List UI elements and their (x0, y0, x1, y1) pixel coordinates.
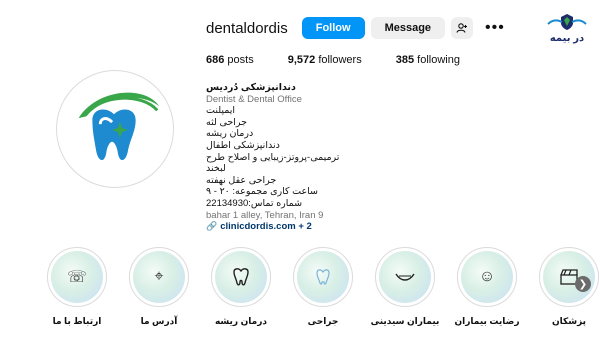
message-button[interactable]: Message (370, 17, 446, 39)
brand-badge: در بیمه (540, 12, 594, 48)
highlight-item[interactable]: ☏ ارتباط با ما (36, 247, 118, 327)
link-icon: 🔗 (206, 221, 218, 232)
bio-line: ساعت کاری مجموعه: ۲۰ - ۹ (206, 186, 319, 198)
bio-line: ایمپلنت (206, 105, 235, 117)
following-stat[interactable]: 385 following (396, 54, 460, 66)
posts-count: 686 (206, 54, 225, 66)
highlight-label: پزشکان (551, 316, 587, 326)
profile-header: dentaldordis Follow Message ••• (206, 16, 505, 40)
bio-line: جراحی لثه (206, 116, 248, 128)
tooth-outline-icon (297, 251, 349, 303)
highlight-item[interactable]: جراحی (282, 247, 364, 327)
highlight-item[interactable]: ⌖ آدرس ما (118, 247, 200, 327)
brand-text: در بیمه (549, 33, 585, 44)
following-label: following (417, 54, 460, 66)
bio-line: جراحی عقل نهفته (206, 174, 277, 186)
phone-icon: ☏ (51, 251, 103, 303)
face-icon: ☺ (461, 251, 513, 303)
tooth-icon (215, 251, 267, 303)
profile-category: Dentist & Dental Office (206, 93, 302, 105)
chevron-right-icon[interactable]: ❯ (575, 276, 591, 292)
highlight-item[interactable]: ☺ رضایت بیماران (446, 247, 528, 327)
profile-link-text[interactable]: clinicdordis.com + 2 (220, 221, 312, 233)
clinic-logo-icon (78, 92, 160, 161)
followers-stat[interactable]: 9,572 followers (288, 54, 362, 66)
highlight-label: بیماران سیدینی (370, 316, 440, 326)
posts-label: posts (227, 54, 254, 66)
more-options-icon[interactable]: ••• (485, 20, 505, 36)
bio-line: دندانپزشکی اطفال (206, 139, 280, 151)
profile-avatar[interactable] (56, 70, 174, 188)
bio-line: شماره تماس:22134930 (206, 197, 303, 209)
highlight-label: آدرس ما (140, 316, 178, 326)
highlight-label: رضایت بیماران (454, 316, 520, 326)
story-highlights: ☏ ارتباط با ما ⌖ آدرس ما درمان ریشه جراح… (36, 247, 600, 327)
highlight-label: درمان ریشه (214, 316, 268, 326)
posts-stat: 686 posts (206, 54, 254, 66)
profile-bio: دندانپزشکی دُردیس Dentist & Dental Offic… (206, 82, 356, 233)
insurance-logo-icon (547, 14, 587, 30)
highlight-item[interactable]: درمان ریشه (200, 247, 282, 327)
person-add-icon[interactable] (451, 17, 474, 39)
highlight-label: جراحی (307, 316, 339, 326)
bio-line: ترمیمی-پروتز-زیبایی و اصلاح طرح لبخند (206, 151, 340, 175)
highlight-label: ارتباط با ما (52, 316, 102, 326)
followers-count: 9,572 (287, 54, 316, 66)
profile-name: دندانپزشکی دُردیس (206, 82, 296, 93)
followers-label: followers (318, 54, 362, 66)
username: dentaldordis (206, 19, 288, 37)
profile-link[interactable]: 🔗 clinicdordis.com + 2 (206, 221, 356, 233)
profile-stats: 686 posts 9,572 followers 385 following (206, 54, 494, 66)
bio-line: درمان ریشه (206, 128, 254, 140)
highlight-item[interactable]: بیماران سیدینی (364, 247, 446, 327)
following-count: 385 (395, 54, 415, 66)
smile-icon (379, 251, 431, 303)
follow-button[interactable]: Follow (301, 17, 365, 39)
map-pin-icon: ⌖ (133, 251, 185, 303)
profile-location[interactable]: bahar 1 alley, Tehran, Iran 9 (206, 210, 356, 222)
